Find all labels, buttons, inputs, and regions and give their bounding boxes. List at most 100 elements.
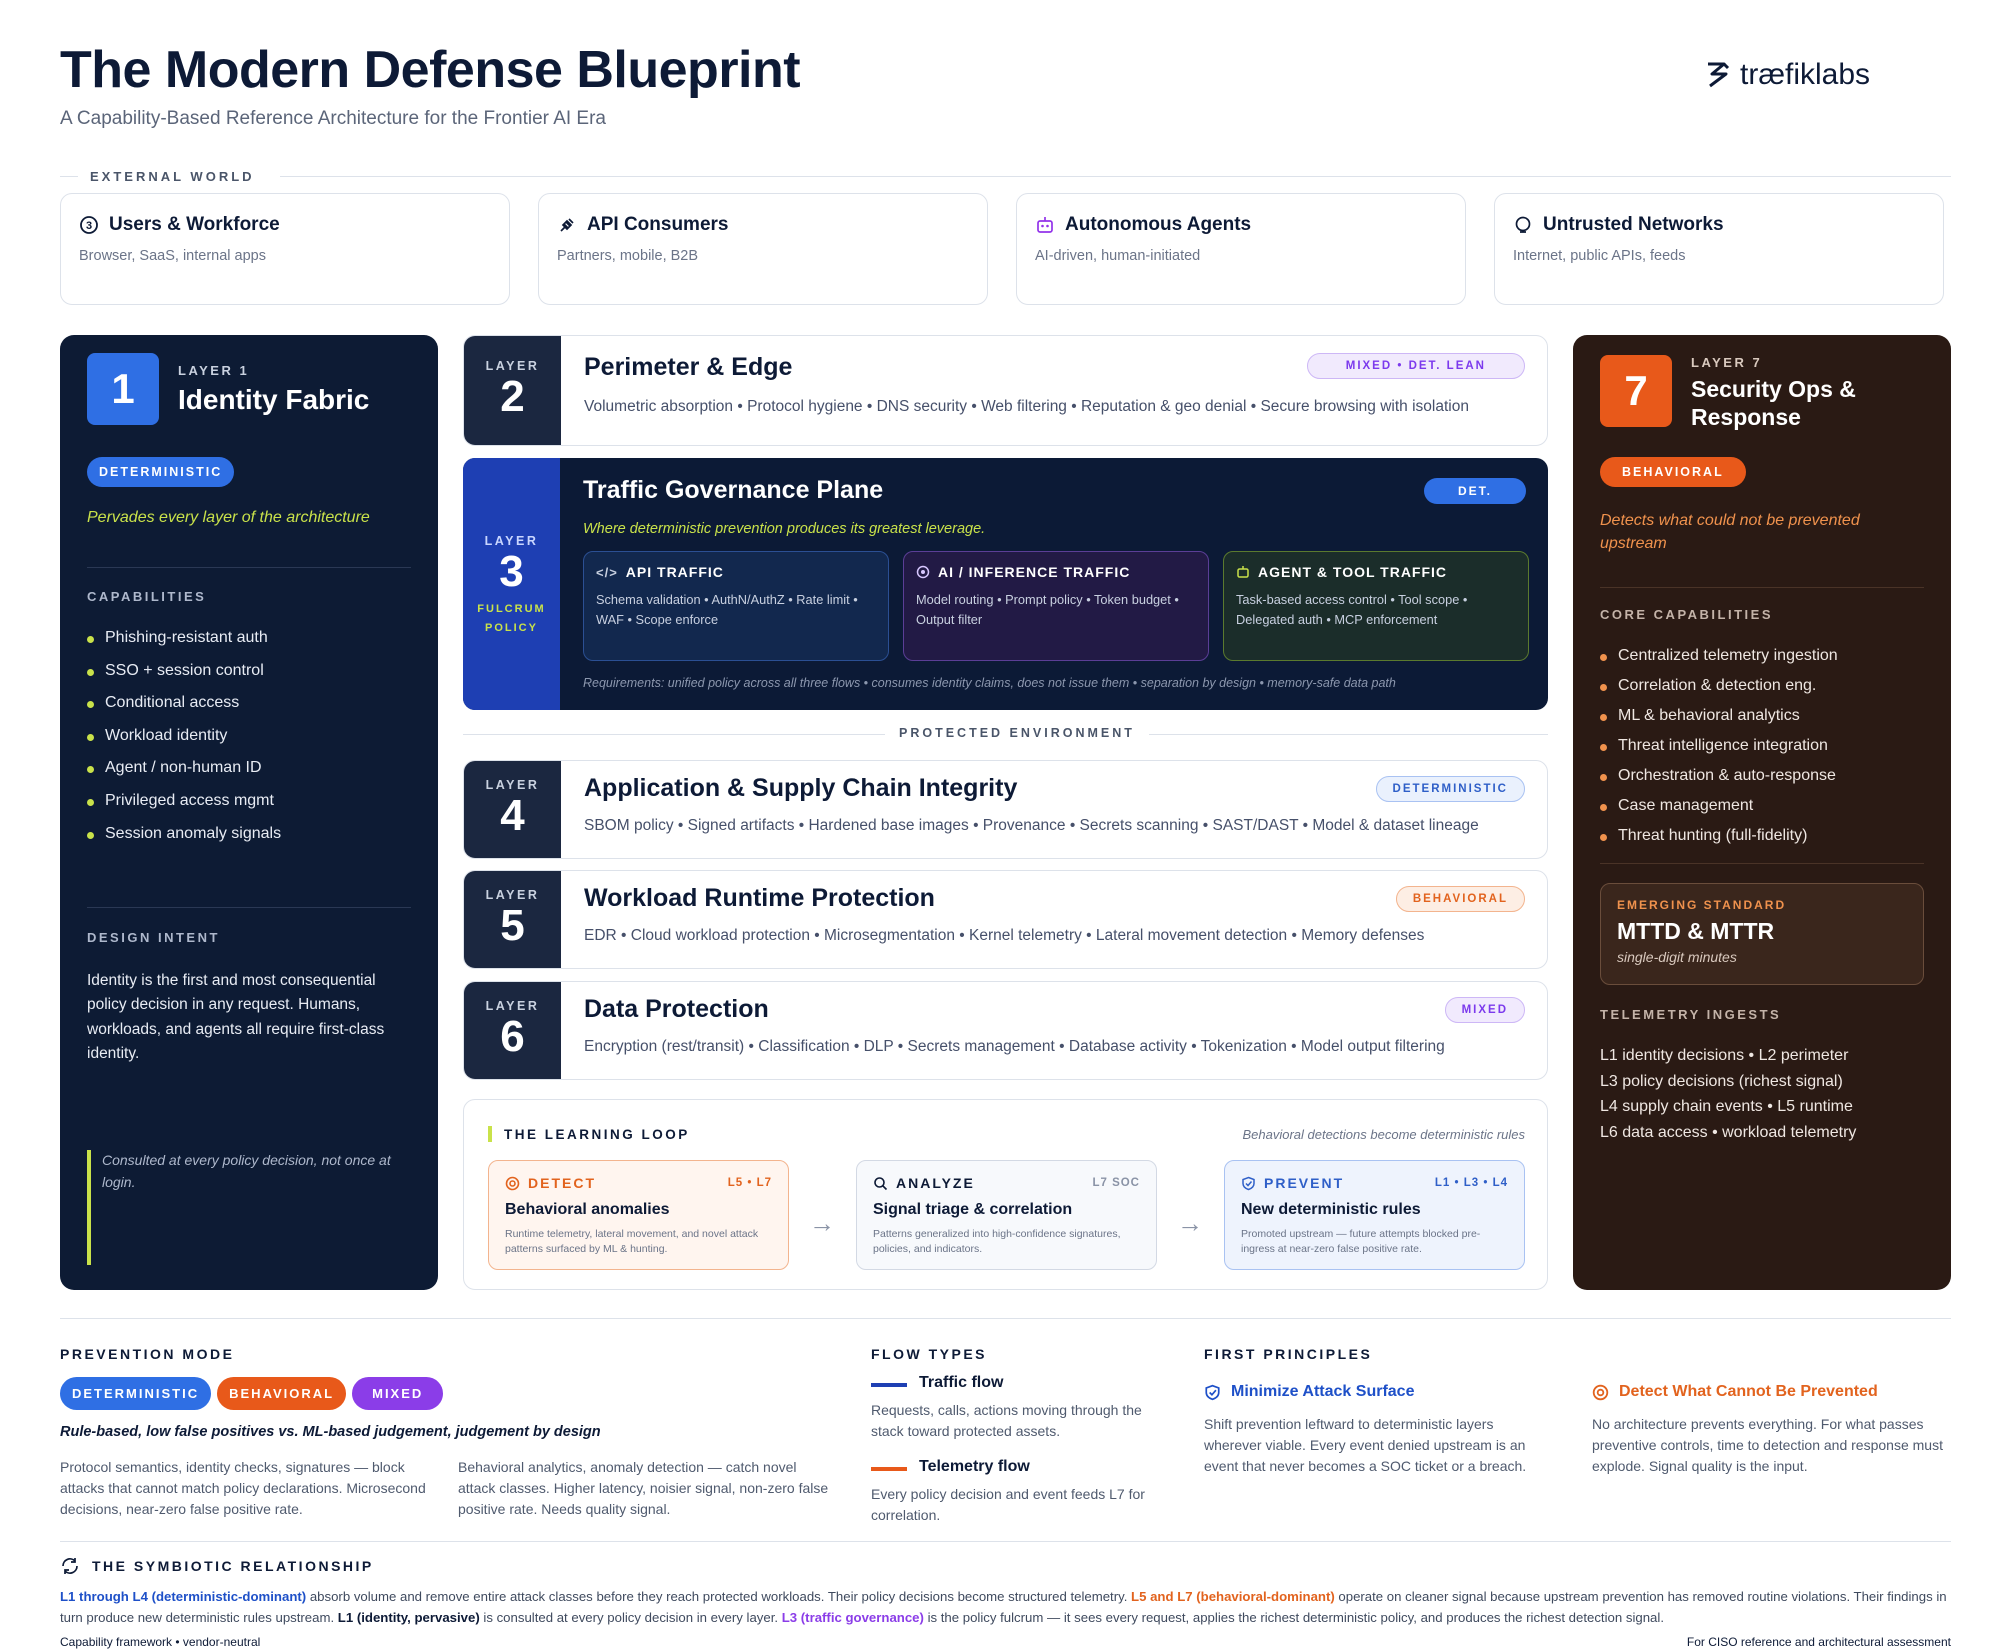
loop-card-analyze: ANALYZE L7 SOC Signal triage & correlati… [856, 1160, 1157, 1270]
layer-number: 2 [500, 372, 525, 422]
loop-card-desc: Promoted upstream — future attempts bloc… [1241, 1228, 1481, 1255]
divider [60, 1541, 1951, 1542]
loop-card-detect: DETECT L5 • L7 Behavioral anomalies Runt… [488, 1160, 789, 1270]
layer7-badge: BEHAVIORAL [1600, 457, 1746, 487]
ingest-line: L3 policy decisions (richest signal) [1600, 1072, 1843, 1090]
layer-number: 4 [500, 791, 525, 841]
ingest-line: L6 data access • workload telemetry [1600, 1123, 1857, 1141]
divider [1600, 587, 1924, 588]
divider [280, 176, 1951, 177]
prevention-mode-label: PREVENTION MODE [60, 1346, 235, 1362]
flow-types-label: FLOW TYPES [871, 1346, 987, 1362]
layer5-title: Workload Runtime Protection [584, 884, 935, 912]
layer1-number: 1 [87, 353, 159, 425]
layer-label: LAYER [485, 888, 540, 903]
sym-text: absorb volume and remove entire attack c… [306, 1589, 1132, 1604]
emerging-sub: single-digit minutes [1617, 949, 1737, 965]
layer5-badge: BEHAVIORAL [1395, 886, 1525, 912]
loop-card-desc: Patterns generalized into high-confidenc… [873, 1228, 1121, 1255]
sym-highlight-det: L1 through L4 (deterministic-dominant) [60, 1589, 307, 1604]
layer7-security-ops: 7 LAYER 7 Security Ops & Response BEHAVI… [1573, 335, 1951, 1290]
ext-card-title: Users & Workforce [109, 214, 280, 235]
flow-card-api: </> API TRAFFIC Schema validation • Auth… [583, 551, 889, 661]
loop-card-range: L7 SOC [1092, 1177, 1140, 1189]
layer1-capabilities: Phishing-resistant auth SSO + session co… [87, 629, 281, 857]
flow-card-agent: AGENT & TOOL TRAFFIC Task-based access c… [1223, 551, 1529, 661]
emerging-label: EMERGING STANDARD [1617, 898, 1787, 912]
flow-card-title: AI / INFERENCE TRAFFIC [938, 564, 1131, 580]
loop-card-name: DETECT [528, 1175, 596, 1191]
flow-card-body: Task-based access control • Tool scope •… [1236, 592, 1468, 627]
external-world-label: EXTERNAL WORLD [90, 169, 255, 184]
mode-pill-deterministic: DETERMINISTIC [60, 1377, 212, 1410]
ext-card-networks: Untrusted Networks Internet, public APIs… [1494, 193, 1944, 305]
capabilities-label: CAPABILITIES [87, 589, 207, 604]
traefik-logo-icon [1708, 62, 1730, 88]
capability-item: Orchestration & auto-response [1600, 767, 1838, 785]
arrow-right-icon: → [809, 1208, 835, 1238]
capability-item: Phishing-resistant auth [87, 629, 281, 647]
layer3-traffic-governance: LAYER 3 FULCRUM POLICY Traffic Governanc… [463, 458, 1548, 710]
prevention-mode-pills: DETERMINISTIC BEHAVIORAL MIXED [60, 1377, 449, 1410]
robot-icon [1037, 217, 1053, 233]
layer7-label: LAYER 7 [1691, 355, 1763, 370]
capability-item: Agent / non-human ID [87, 759, 281, 777]
ext-card-sub: Browser, SaaS, internal apps [79, 248, 266, 264]
loop-card-name: PREVENT [1264, 1175, 1345, 1191]
layer7-title-line1: Security Ops & [1691, 376, 1856, 402]
divider [60, 176, 78, 177]
layer2-title: Perimeter & Edge [584, 353, 793, 381]
capability-item: Conditional access [87, 694, 281, 712]
traffic-flow-line [871, 1383, 907, 1387]
footer-left: Capability framework • vendor-neutral [60, 1635, 261, 1649]
divider [1600, 863, 1924, 864]
layer7-capabilities: Centralized telemetry ingestion Correlat… [1600, 647, 1838, 857]
brain-icon [916, 565, 930, 579]
symbiotic-header: THE SYMBIOTIC RELATIONSHIP [60, 1557, 374, 1575]
plug-icon [560, 218, 574, 232]
layer-number: 6 [500, 1012, 525, 1062]
prevention-mode-caption: Rule-based, low false positives vs. ML-b… [60, 1424, 601, 1440]
learning-loop-label: THE LEARNING LOOP [504, 1127, 690, 1142]
layer5-tab: LAYER 5 [464, 871, 561, 968]
layer6-data-protection: LAYER 6 Data Protection Encryption (rest… [463, 981, 1548, 1080]
layer-label: LAYER [485, 999, 540, 1014]
telemetry-flow-title: Telemetry flow [919, 1458, 1030, 1475]
layer6-badge: MIXED [1444, 997, 1525, 1023]
ext-card-api: API Consumers Partners, mobile, B2B [538, 193, 988, 305]
layer4-app-supply-chain: LAYER 4 Application & Supply Chain Integ… [463, 760, 1548, 859]
loop-card-desc: Runtime telemetry, lateral movement, and… [505, 1228, 759, 1255]
loop-card-title: Behavioral anomalies [505, 1201, 670, 1218]
layer3-sub2: POLICY [485, 621, 538, 634]
symbiotic-text: L1 through L4 (deterministic-dominant) a… [60, 1586, 1951, 1628]
layer3-sub: FULCRUM [477, 602, 546, 615]
flow-card-ai: AI / INFERENCE TRAFFIC Model routing • P… [903, 551, 1209, 661]
capability-item: Threat intelligence integration [1600, 737, 1838, 755]
traffic-flow-text: Requests, calls, actions moving through … [871, 1402, 1142, 1439]
sym-highlight-beh: L5 and L7 (behavioral-dominant) [1131, 1589, 1335, 1604]
page-title: The Modern Defense Blueprint [60, 41, 801, 99]
layer5-workload-runtime: LAYER 5 Workload Runtime Protection EDR … [463, 870, 1548, 969]
radar-icon [1592, 1384, 1609, 1400]
layer7-title: Security Ops & Response [1691, 376, 1856, 431]
layer7-title-line2: Response [1691, 403, 1801, 430]
layer1-tagline: Pervades every layer of the architecture [87, 509, 370, 526]
emerging-title: MTTD & MTTR [1617, 918, 1775, 944]
radar-icon [505, 1176, 520, 1190]
code-icon: </> [596, 564, 618, 580]
sym-highlight-l3: L3 (traffic governance) [781, 1610, 924, 1626]
layer3-badge: DET. [1423, 478, 1526, 504]
ingest-line: L1 identity decisions • L2 perimeter [1600, 1047, 1849, 1064]
telemetry-ingests-label: TELEMETRY INGESTS [1600, 1007, 1782, 1022]
layer4-tab: LAYER 4 [464, 761, 561, 858]
first-principles-label: FIRST PRINCIPLES [1204, 1346, 1373, 1362]
shield-icon [1205, 1384, 1220, 1400]
layer3-tagline: Where deterministic prevention produces … [583, 521, 986, 537]
loop-card-range: L1 • L3 • L4 [1434, 1177, 1508, 1189]
mode-pill-mixed: MIXED [352, 1377, 444, 1410]
sym-text: is consulted at every policy decision in… [479, 1610, 782, 1626]
ext-card-title: API Consumers [587, 214, 729, 235]
ext-card-title: Autonomous Agents [1065, 214, 1252, 235]
divider [87, 567, 411, 568]
capability-item: Correlation & detection eng. [1600, 677, 1838, 695]
